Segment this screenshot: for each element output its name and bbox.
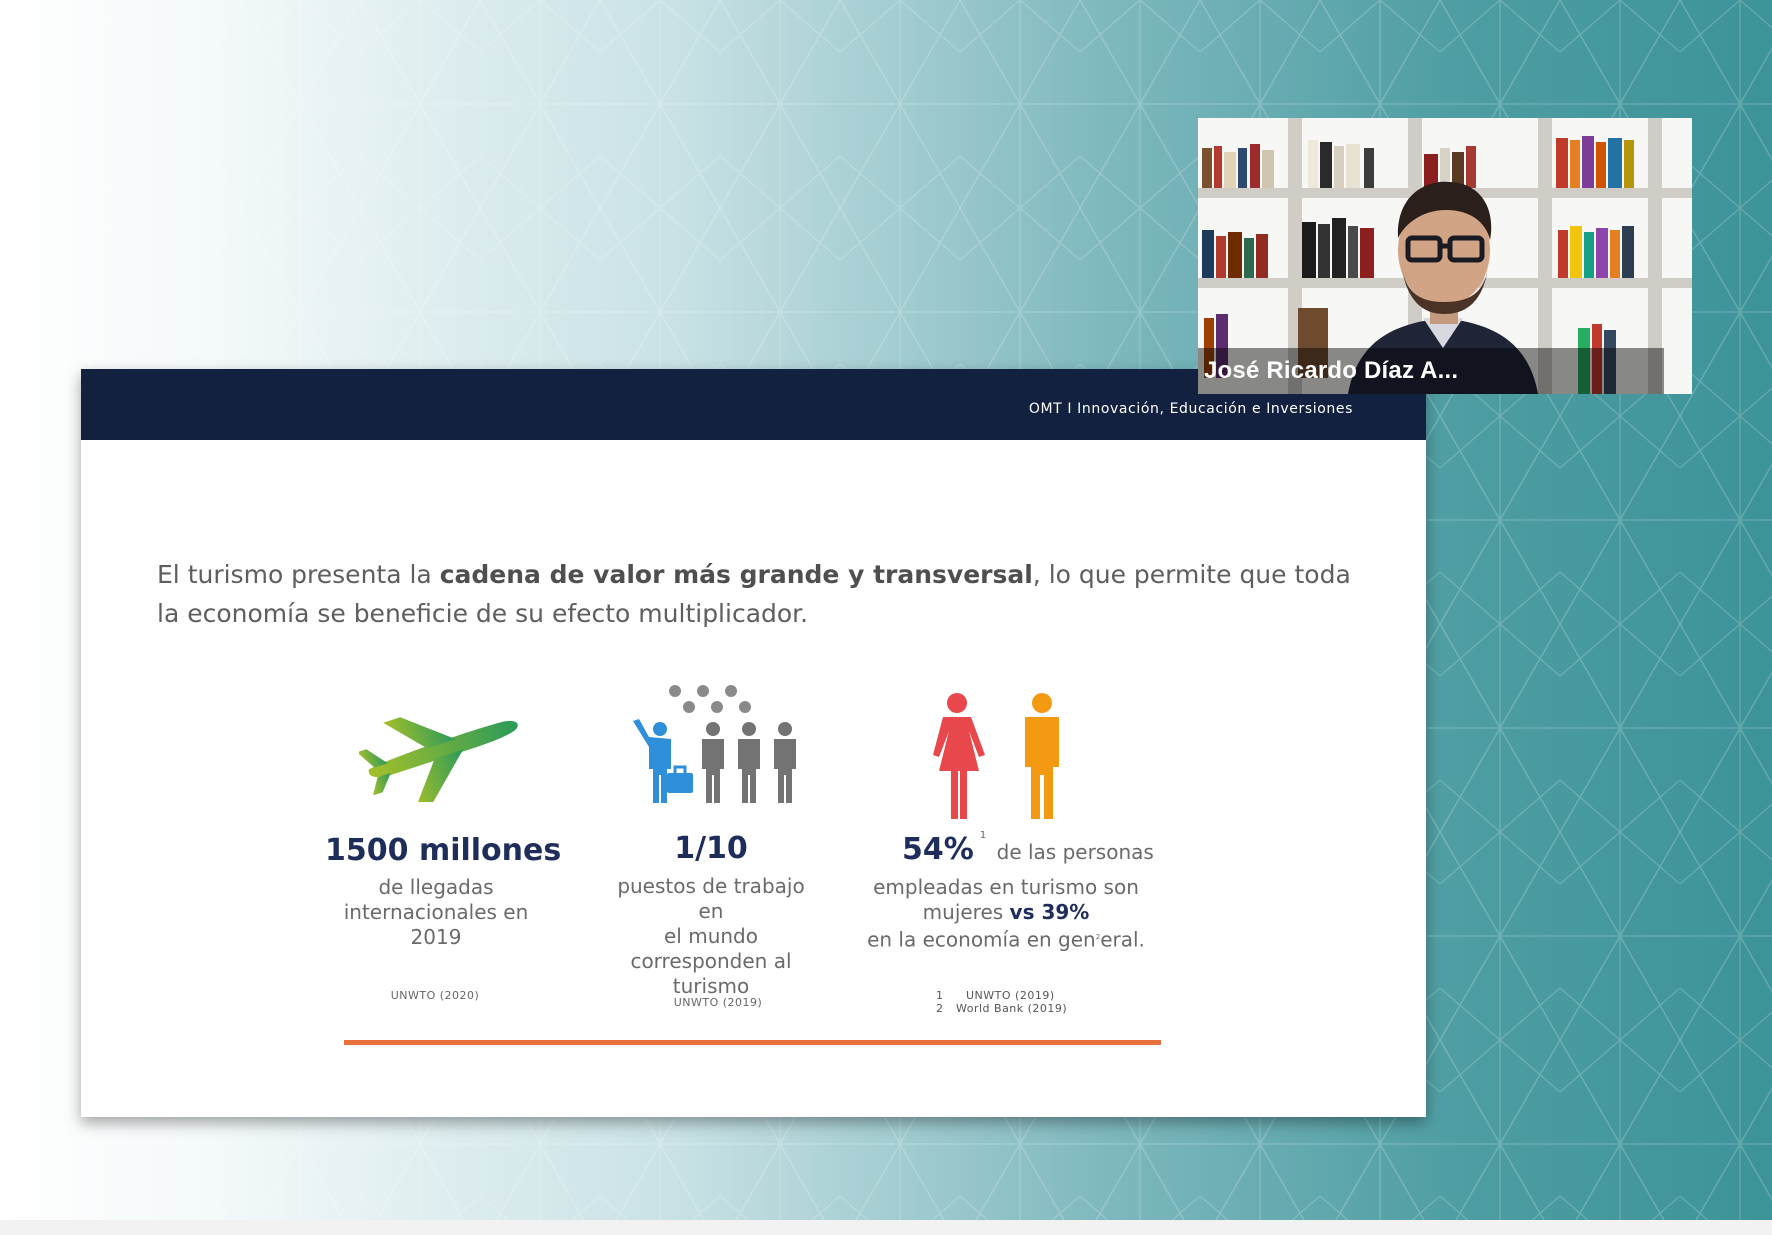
source-text: World Bank (2019) [956,1002,1068,1015]
accent-bar [344,1040,1161,1045]
source-num: 1 [936,989,944,1002]
participant-name-label: José Ricardo Díaz A... [1198,348,1664,394]
intro-text-part1: El turismo presenta la [157,560,440,589]
airplane-icon [359,717,518,802]
woman-man-icon [933,693,1059,819]
stat-2-value: 1/10 [674,831,748,866]
people-group-icon [633,685,796,803]
stat-1-value: 1500 millones [325,833,562,868]
stat-1-description: de llegadas internacionales en 2019 [316,875,556,950]
presentation-slide: OMT I Innovación, Educación e Inversione… [81,369,1426,1117]
stat-1-line: 2019 [410,925,462,949]
stat-3-comparison: vs 39% [1009,900,1090,924]
stat-3-value: 54% 1 de las personas [902,830,1182,867]
participant-video-tile[interactable]: José Ricardo Díaz A... [1198,118,1692,394]
stat-3-percent: 54% [902,832,974,867]
intro-text-bold: cadena de valor más grande y transversal [439,560,1033,589]
slide-header-title: OMT I Innovación, Educación e Inversione… [1028,401,1353,417]
stat-1-line: internacionales en [343,900,529,924]
stat-3-line: mujeres vs 39% [866,900,1146,925]
stat-3-line2-text: mujeres [922,900,1004,924]
stat-3-line3-pre: en la economía en gen [867,927,1096,952]
stat-3-line: empleadas en turismo son [873,875,1139,899]
bottom-strip [0,1220,1772,1235]
stat-2-line: el mundo [664,924,758,948]
stat-3-suffix: de las personas [996,840,1154,864]
stat-3-source-row: 2 World Bank (2019) [936,1002,1156,1015]
stat-2-line: puestos de trabajo en [617,874,805,923]
source-text: UNWTO (2019) [966,989,1055,1002]
stat-1-source: UNWTO (2020) [390,989,480,1002]
stat-3-description: empleadas en turismo son mujeres vs 39% … [866,875,1146,953]
stat-3-line3-post: eral. [1100,927,1145,952]
stat-2-line: corresponden al [630,949,792,973]
stat-2-source: UNWTO (2019) [673,996,763,1009]
stat-3-sources: 1 UNWTO (2019) 2 World Bank (2019) [936,989,1156,1015]
stat-3-footnote-ref: 1 [979,830,987,841]
stat-2-description: puestos de trabajo en el mundo correspon… [611,874,811,999]
stat-1-line: de llegadas [378,875,494,899]
stat-3-line: en la economía en gen2eral. [866,925,1146,953]
slide-intro-text: El turismo presenta la cadena de valor m… [157,555,1357,633]
source-num: 2 [936,1002,944,1015]
stat-3-source-row: 1 UNWTO (2019) [936,989,1156,1002]
